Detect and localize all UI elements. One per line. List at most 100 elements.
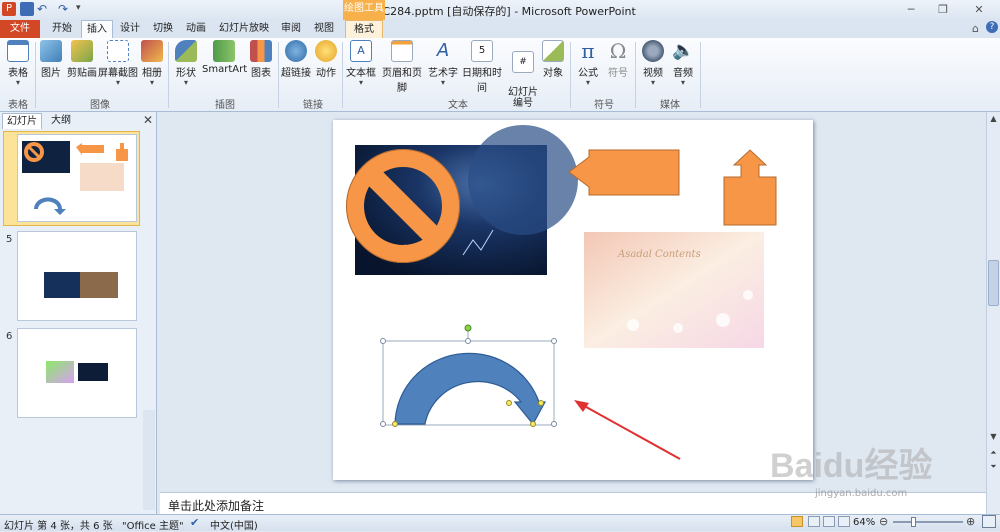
object-icon	[542, 40, 564, 62]
screenshot-icon	[107, 40, 129, 62]
floral-picture-text: Asadal Contents	[617, 249, 701, 260]
scroll-up-icon[interactable]: ▲	[988, 114, 999, 123]
restore-button[interactable]: ❐	[934, 3, 952, 17]
tab-review[interactable]: 审阅	[277, 20, 305, 38]
ribbon-separator	[700, 42, 701, 108]
omega-icon: Ω	[609, 39, 627, 63]
pi-icon: π	[581, 39, 595, 63]
screenshot-button[interactable]: 屏幕截图 ▾	[98, 40, 138, 87]
zoom-slider-thumb[interactable]	[911, 517, 916, 527]
left-arrow-shape[interactable]	[568, 149, 680, 196]
slide-number-button[interactable]: # 幻灯片 编号	[508, 40, 538, 109]
reading-view-icon[interactable]	[823, 516, 835, 527]
group-symbols-label: 符号	[594, 100, 614, 111]
tab-transitions[interactable]: 切换	[148, 20, 178, 38]
zoom-slider[interactable]	[893, 521, 963, 523]
zoom-out-icon[interactable]: ⊖	[879, 515, 888, 528]
slide-4-preview	[22, 141, 128, 215]
table-button[interactable]: 表格 ▾	[3, 40, 33, 87]
tab-slides[interactable]: 幻灯片	[2, 113, 42, 129]
baidu-watermark: Baidu经验	[770, 447, 933, 485]
slide-canvas[interactable]: Asadal Contents	[333, 120, 813, 480]
slide-number-label: 6	[6, 331, 13, 342]
floral-picture[interactable]: Asadal Contents	[584, 232, 764, 348]
ribbon-separator	[168, 42, 169, 108]
hyperlink-globe-icon	[285, 40, 307, 62]
table-icon	[7, 40, 29, 62]
clipart-button[interactable]: 剪贴画	[66, 40, 98, 79]
fit-to-window-icon[interactable]	[982, 515, 996, 528]
slide-thumbnail-5[interactable]	[17, 231, 137, 321]
header-footer-button[interactable]: 页眉和页脚	[378, 40, 426, 94]
slide-sorter-icon[interactable]	[808, 516, 820, 527]
panel-scrollbar[interactable]	[143, 410, 155, 510]
video-button[interactable]: 视频 ▾	[639, 40, 667, 87]
close-panel-icon[interactable]: ✕	[143, 113, 153, 127]
normal-view-icon[interactable]	[791, 516, 803, 527]
theme-name[interactable]: "Office 主题"	[122, 517, 184, 532]
slide-number-icon: #	[512, 51, 534, 73]
group-images-label: 图像	[90, 100, 110, 111]
shapes-button[interactable]: 形状 ▾	[172, 40, 200, 87]
title-bar: P ↶ ↷ ▾ pptC284.pptm [自动保存的] - Microsoft…	[0, 0, 1000, 20]
textbox-button[interactable]: A 文本框 ▾	[346, 40, 376, 87]
header-footer-icon	[391, 40, 413, 62]
tab-slideshow[interactable]: 幻灯片放映	[216, 20, 272, 38]
minimize-ribbon-icon[interactable]: ⌂	[972, 22, 979, 35]
smartart-button[interactable]: SmartArt	[202, 40, 247, 75]
datetime-button[interactable]: 5 日期和时间	[458, 40, 506, 94]
help-icon[interactable]: ?	[986, 21, 998, 33]
slide-thumbnail-4[interactable]	[17, 134, 137, 222]
object-button[interactable]: 对象	[540, 40, 566, 79]
chart-button[interactable]: 图表	[248, 40, 274, 79]
next-slide-icon[interactable]: ⏷	[988, 462, 999, 472]
slide-content: Asadal Contents	[346, 125, 777, 460]
action-star-icon	[315, 40, 337, 62]
zoom-level[interactable]: 64%	[853, 517, 875, 528]
group-links-label: 链接	[303, 100, 323, 111]
picture-button[interactable]: 图片	[38, 40, 64, 79]
previous-slide-icon[interactable]: ⏶	[988, 448, 999, 458]
action-button[interactable]: 动作	[313, 40, 339, 79]
wordart-button[interactable]: A 艺术字 ▾	[428, 40, 458, 87]
zoom-in-icon[interactable]: ⊕	[966, 515, 975, 528]
tab-insert[interactable]: 插入	[81, 20, 113, 38]
photo-album-button[interactable]: 相册 ▾	[140, 40, 164, 87]
curved-arrow-shape[interactable]	[394, 352, 547, 426]
spellcheck-icon[interactable]: ✔	[190, 516, 199, 529]
minimize-button[interactable]: ─	[902, 3, 920, 17]
vertical-scrollbar[interactable]: ▲ ▼ ⏶ ⏷	[986, 112, 1000, 514]
slideshow-icon[interactable]	[838, 516, 850, 527]
tab-view[interactable]: 视图	[310, 20, 338, 38]
no-symbol-shape[interactable]	[346, 149, 460, 263]
equation-button[interactable]: π 公式 ▾	[574, 40, 602, 87]
ribbon-separator	[342, 42, 343, 108]
scroll-down-icon[interactable]: ▼	[988, 432, 999, 441]
photo-album-icon	[141, 40, 163, 62]
rotation-handle[interactable]	[464, 324, 472, 332]
tab-design[interactable]: 设计	[115, 20, 145, 38]
audio-button[interactable]: 🔈 音频 ▾	[669, 40, 697, 87]
close-button[interactable]: ✕	[970, 3, 988, 17]
up-arrow-callout-shape[interactable]	[723, 149, 777, 226]
ribbon-separator	[35, 42, 36, 108]
tab-file[interactable]: 文件	[0, 20, 40, 38]
tab-outline[interactable]: 大纲	[44, 113, 78, 129]
window-title: pptC284.pptm [自动保存的] - Microsoft PowerPo…	[364, 5, 636, 18]
language-indicator[interactable]: 中文(中国)	[210, 517, 258, 532]
slide-indicator: 幻灯片 第 4 张，共 6 张	[4, 521, 113, 532]
picture-icon	[40, 40, 62, 62]
scrollbar-thumb[interactable]	[988, 260, 999, 306]
tab-home[interactable]: 开始	[46, 20, 78, 38]
ribbon-separator	[570, 42, 571, 108]
tab-format[interactable]: 格式	[345, 20, 383, 38]
notes-placeholder: 单击此处添加备注	[168, 499, 265, 513]
slide-5-preview	[44, 272, 118, 298]
hyperlink-button[interactable]: 超链接	[281, 40, 311, 79]
slide-thumbnail-6[interactable]	[17, 328, 137, 418]
tab-animations[interactable]: 动画	[181, 20, 211, 38]
ribbon-separator	[278, 42, 279, 108]
slide-6-preview	[46, 361, 108, 383]
drawing-tools-context-label: 绘图工具	[343, 0, 385, 20]
symbol-button[interactable]: Ω 符号	[604, 40, 632, 79]
